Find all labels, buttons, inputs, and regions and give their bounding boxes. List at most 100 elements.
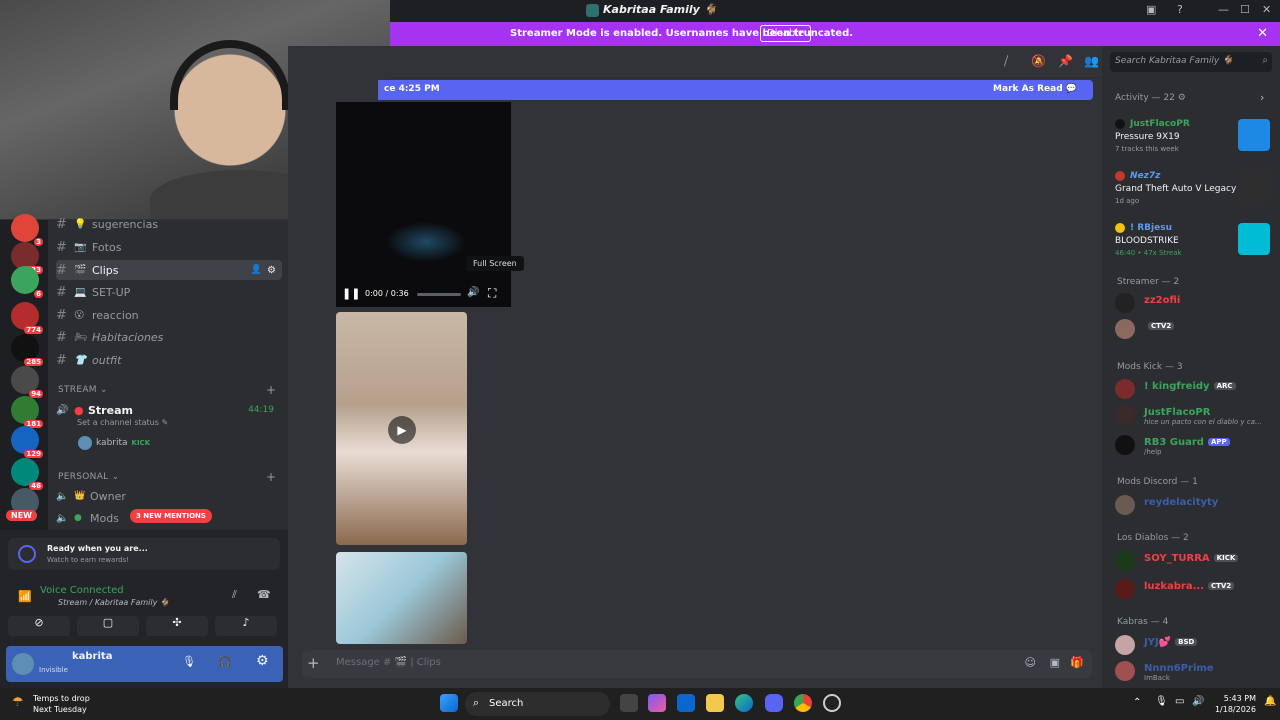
camera-off-button[interactable]: ⊘ [8,616,70,636]
server-icon[interactable]: 94 [11,366,43,398]
volume-icon[interactable]: 🔊 [467,287,479,298]
bell-icon[interactable]: 🔔 [1264,696,1276,707]
channel-sugerencias[interactable]: # 💡 sugerencias [56,214,282,234]
server-icon[interactable]: 774 [11,302,43,334]
play-icon[interactable]: ▶ [388,416,416,444]
video-thumbnail[interactable]: ▶ [336,312,467,545]
voice-participant[interactable]: kabrita KICK [78,436,150,450]
member-item[interactable]: reydelacityty [1115,494,1275,516]
add-channel-icon[interactable]: + [266,470,276,484]
server-icon[interactable]: 6 [11,266,43,298]
threads-icon[interactable]: ⧸ [1004,54,1008,69]
new-mentions-pill[interactable]: 3 NEW MENTIONS [130,509,212,523]
channel-outfit[interactable]: # 👕 outfit [56,350,282,370]
gift-icon[interactable]: 🎁 [1070,656,1084,669]
channel-setup[interactable]: # 💻 SET-UP [56,282,282,302]
minimize-button[interactable]: — [1218,3,1229,16]
chrome-icon[interactable] [794,694,812,712]
channel-fotos[interactable]: # 📷 Fotos [56,237,282,257]
gear-icon[interactable]: ⚙ [256,653,269,669]
mute-icon[interactable]: 🔕 [1031,54,1046,68]
add-attachment-icon[interactable]: + [307,654,320,672]
emoji-icon[interactable]: ☺ [1025,656,1036,669]
member-item[interactable]: ! kingfreidy ARC [1115,378,1275,400]
server-icon[interactable]: 181 [11,396,43,428]
volume-icon[interactable]: 🔊 [1192,696,1204,707]
gif-icon[interactable]: ▣ [1050,656,1060,669]
member-item[interactable]: zz2ofii [1115,292,1275,314]
channel-habitaciones[interactable]: # 🛏 Habitaciones [56,327,282,347]
seek-bar[interactable] [417,293,461,296]
video-player[interactable]: ❚❚ 0:00 / 0:36 🔊 ⛶ [336,102,511,307]
server-icon[interactable]: 46 [11,458,43,490]
fullscreen-icon[interactable]: ⛶ [488,286,496,301]
mic-icon[interactable]: 🎙 [182,655,196,668]
server-icon[interactable]: 3 [11,214,43,246]
activity-card[interactable]: Nez7z Grand Theft Auto V Legacy 1d ago [1110,169,1274,213]
search-input[interactable]: Search Kabritaa Family 🐐 ⌕ [1110,52,1272,72]
member-item[interactable]: Nnnn6Prime ImBack [1115,660,1275,682]
maximize-button[interactable]: ☐ [1240,3,1250,16]
voice-location[interactable]: Stream / Kabritaa Family 🐐 [58,598,170,607]
inbox-icon[interactable]: ▣ [1146,3,1156,16]
taskbar-search[interactable]: ⌕ Search [465,692,610,716]
user-panel[interactable]: kabrita Invisible 🎙 🎧 ⚙ [6,646,283,682]
help-icon[interactable]: ? [1177,3,1183,16]
mic-icon[interactable]: 🎙 [1155,696,1168,707]
obs-icon[interactable] [823,694,841,712]
rewards-promo[interactable]: Ready when you are... Watch to earn rewa… [8,538,280,570]
pin-icon[interactable]: 📌 [1058,54,1073,68]
close-window-button[interactable]: ✕ [1262,3,1271,16]
server-icon[interactable]: 129 [11,426,43,458]
server-icon[interactable]: 285 [11,334,43,366]
headphones-icon[interactable]: 🎧 [218,655,232,668]
category-stream[interactable]: STREAM ⌄ [58,385,108,395]
weather-widget[interactable]: Temps to drop Next Tuesday [33,693,90,715]
activities-button[interactable]: ✣ [146,616,208,636]
channel-clips[interactable]: # 🎬 Clips 👤 ⚙ [56,260,282,280]
member-item[interactable]: luzkabra... CTV2 [1115,578,1275,600]
add-channel-icon[interactable]: + [266,383,276,397]
disable-streamer-button[interactable]: Disable [760,25,812,42]
pause-icon[interactable]: ❚❚ [342,287,360,300]
member-item[interactable]: RB3 Guard APP/help [1115,434,1275,456]
member-item[interactable]: CTV2 [1115,318,1275,340]
voice-channel-stream[interactable]: 🔊 ● Stream 44:19 [56,400,282,420]
member-item[interactable]: JYJ💕 BSD [1115,634,1275,656]
network-icon[interactable]: ▭ [1175,696,1184,707]
mark-as-read-button[interactable]: Mark As Read 💬 [993,84,1077,94]
outlook-icon[interactable] [677,694,695,712]
activity-header[interactable]: Activity — 22 ⚙ [1115,93,1186,103]
copilot-icon[interactable] [648,694,666,712]
system-clock[interactable]: 5:43 PM 1/18/2026 [1215,693,1256,715]
voice-channel-owner[interactable]: 🔈 👑 Owner [56,486,282,506]
windows-start-icon[interactable] [440,694,458,712]
new-messages-bar[interactable]: ce 4:25 PM Mark As Read 💬 [378,80,1093,100]
gear-icon[interactable]: ⚙ [267,265,276,276]
channel-status-hint[interactable]: Set a channel status ✎ [77,418,168,427]
discord-icon[interactable] [765,694,783,712]
member-item[interactable]: SOY_TURRA KICK [1115,550,1275,572]
activity-card[interactable]: ! RBjesu BLOODSTRIKE 46:40 • 47x Streak [1110,221,1274,265]
noise-suppression-icon[interactable]: ⫽ [232,588,237,602]
channel-reaccion[interactable]: # 😮 reaccion [56,305,282,325]
add-member-icon[interactable]: 👤 [251,265,262,275]
chevron-up-icon[interactable]: ⌃ [1133,697,1141,708]
file-explorer-icon[interactable] [706,694,724,712]
close-icon[interactable]: ✕ [1257,26,1268,41]
weather-icon[interactable]: ☂ [12,695,24,710]
soundboard-button[interactable]: ♪ [215,616,277,636]
message-composer[interactable]: + Message # 🎬 | Clips ☺ ▣ 🎁 [302,650,1092,678]
activity-card[interactable]: JustFlacoPR Pressure 9X19 7 tracks this … [1110,117,1274,161]
video-thumbnail[interactable] [336,552,467,644]
hash-icon: # [56,284,67,300]
disconnect-icon[interactable]: ☎ [257,588,271,601]
category-personal[interactable]: PERSONAL ⌄ [58,472,119,482]
member-item[interactable]: JustFlacoPR hice un pacto con el diablo y… [1115,404,1275,426]
screen-share-button[interactable]: ▢ [77,616,139,636]
members-icon[interactable]: 👥 [1084,54,1099,68]
edge-icon[interactable] [735,694,753,712]
task-view-icon[interactable] [620,694,638,712]
chevron-right-icon[interactable]: › [1260,91,1264,104]
new-servers-badge[interactable]: NEW [6,510,37,521]
